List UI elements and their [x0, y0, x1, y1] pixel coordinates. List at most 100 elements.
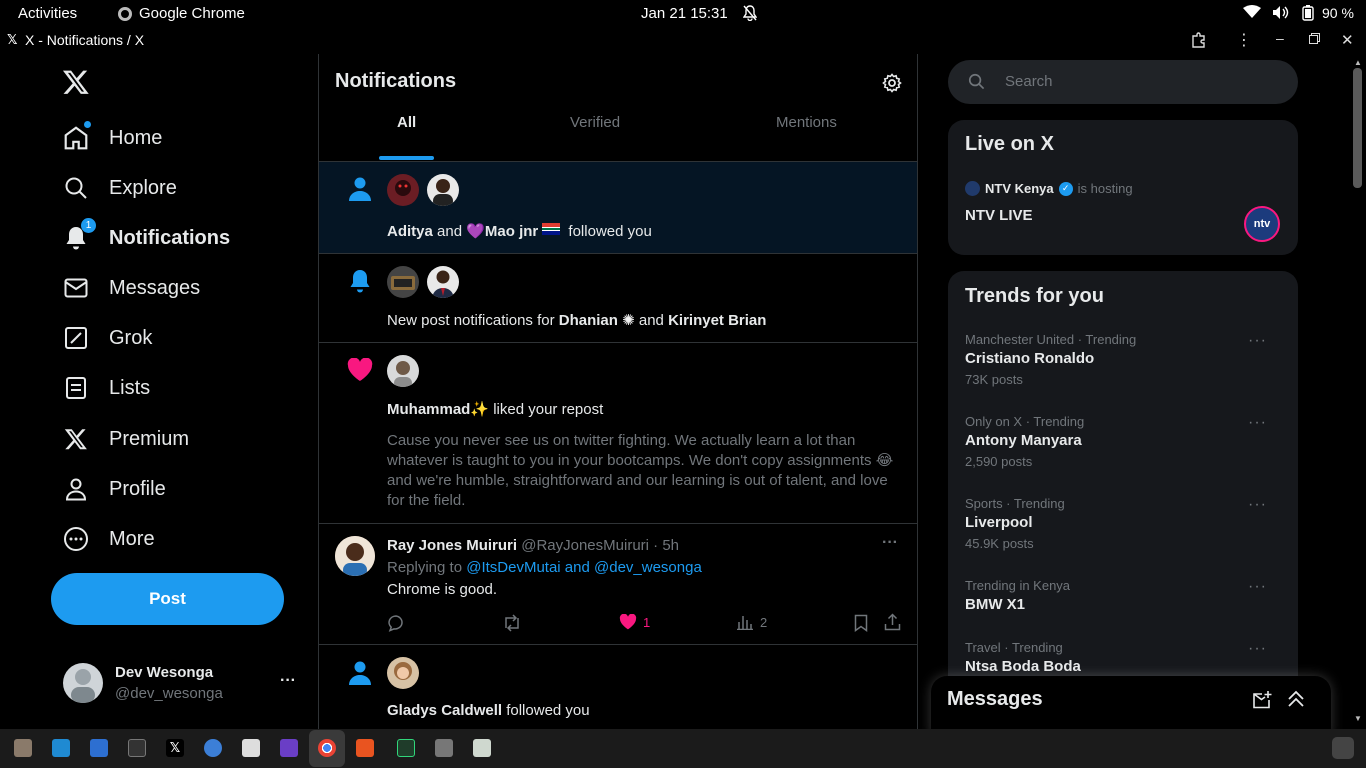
nav-grok[interactable]: Grok	[62, 318, 152, 358]
post-subscription-notification[interactable]: New post notifications for Dhanian ✺ and…	[319, 254, 917, 343]
nav-profile[interactable]: Profile	[62, 469, 166, 509]
reply-author-handle[interactable]: @RayJonesMuiruri · 5h	[521, 537, 679, 554]
close-window-button[interactable]: ✕	[1341, 31, 1354, 49]
account-more-icon[interactable]: ···	[280, 672, 296, 690]
scroll-up-arrow-icon[interactable]: ▲	[1354, 58, 1362, 67]
post-notification-name-1[interactable]: Dhanian	[559, 312, 618, 329]
trend-item[interactable]: Only on X · Trending Antony Manyara 2,59…	[965, 414, 1285, 484]
reply-action-icon[interactable]	[387, 614, 405, 637]
gladys-avatar[interactable]	[387, 657, 419, 689]
terminal-app-icon[interactable]	[128, 739, 146, 757]
post-button[interactable]: Post	[51, 573, 284, 625]
bookmark-icon[interactable]	[854, 614, 868, 637]
reply-author-name[interactable]: Ray Jones Muiruri	[387, 537, 517, 554]
nav-more[interactable]: More	[62, 519, 155, 559]
show-apps-grid-icon[interactable]	[1332, 737, 1354, 759]
follow-notification[interactable]: Aditya and 💜Mao jnr followed you	[319, 162, 917, 254]
live-host[interactable]: NTV Kenya ✓ is hosting	[965, 181, 1133, 196]
liked-post-preview[interactable]: Cause you never see us on twitter fighti…	[387, 431, 907, 511]
nav-explore[interactable]: Explore	[62, 168, 177, 208]
scrollbar-thumb[interactable]	[1353, 68, 1362, 188]
new-message-icon[interactable]	[1252, 690, 1272, 715]
nav-premium-label: Premium	[109, 427, 190, 450]
follower-name-2[interactable]: Mao jnr	[485, 223, 538, 240]
liker-name[interactable]: Muhammad	[387, 401, 470, 418]
trend-name: BMW X1	[965, 596, 1025, 613]
envelope-icon	[62, 274, 90, 302]
follower-name-1[interactable]: Aditya	[387, 223, 433, 240]
repost-icon[interactable]	[502, 614, 522, 637]
live-show-name[interactable]: NTV LIVE	[965, 207, 1033, 224]
post-notification-name-2[interactable]: Kirinyet Brian	[668, 312, 766, 329]
search-input[interactable]: Search	[1005, 73, 1053, 90]
jetbrains-app-icon[interactable]	[280, 739, 298, 757]
search-box[interactable]: Search	[948, 60, 1298, 104]
nav-notifications[interactable]: 1 Notifications	[62, 218, 230, 258]
chrome-app-icon[interactable]	[318, 739, 336, 757]
wifi-icon[interactable]	[1243, 5, 1261, 23]
document-app-icon[interactable]	[242, 739, 260, 757]
activities-button[interactable]: Activities	[18, 5, 77, 22]
page-scrollbar[interactable]: ▲ ▼	[1350, 54, 1366, 729]
trend-item[interactable]: Trending in Kenya BMW X1 ···	[965, 578, 1285, 628]
vscode-app-icon[interactable]	[52, 739, 70, 757]
live-hosting-text: is hosting	[1077, 181, 1133, 196]
files-app-icon[interactable]	[14, 739, 32, 757]
kirinyet-avatar[interactable]	[427, 266, 459, 298]
reply-post[interactable]: Ray Jones Muiruri @RayJonesMuiruri · 5h …	[319, 524, 917, 645]
messages-drawer[interactable]: Messages	[931, 676, 1331, 729]
dhanian-avatar[interactable]	[387, 266, 419, 298]
battery-icon[interactable]	[1302, 5, 1314, 25]
heart-liked-icon	[619, 614, 637, 630]
share-icon[interactable]	[884, 613, 901, 636]
follower-avatar-aditya[interactable]	[387, 174, 419, 206]
trash-app-icon[interactable]	[473, 739, 491, 757]
trend-more-icon[interactable]: ···	[1248, 332, 1267, 350]
trend-more-icon[interactable]: ···	[1248, 640, 1267, 658]
tab-verified[interactable]: Verified	[570, 114, 620, 131]
nav-home[interactable]: Home	[62, 118, 162, 158]
window-title: X - Notifications / X	[25, 32, 145, 48]
account-switcher[interactable]: Dev Wesonga @dev_wesonga ···	[51, 654, 311, 714]
trend-more-icon[interactable]: ···	[1248, 414, 1267, 432]
active-app-menu[interactable]: Google Chrome	[118, 5, 245, 22]
like-action-button[interactable]: 1	[619, 614, 650, 630]
software-center-icon[interactable]	[356, 739, 374, 757]
reply-author-avatar[interactable]	[335, 536, 375, 576]
x-app-icon[interactable]: 𝕏	[166, 739, 184, 757]
like-notification[interactable]: Muhammad✨ liked your repost Cause you ne…	[319, 343, 917, 524]
extensions-icon[interactable]	[1190, 32, 1208, 53]
replying-to-users[interactable]: @ItsDevMutai and @dev_wesonga	[466, 559, 702, 576]
trend-more-icon[interactable]: ···	[1248, 496, 1267, 514]
live-host-avatar[interactable]: ntv	[1244, 206, 1280, 242]
follower-name[interactable]: Gladys Caldwell	[387, 702, 502, 719]
settings-gear-icon[interactable]	[882, 73, 902, 98]
nav-explore-label: Explore	[109, 176, 177, 199]
editor-app-icon[interactable]	[435, 739, 453, 757]
minimize-window-button[interactable]: –	[1276, 30, 1284, 46]
tab-mentions[interactable]: Mentions	[776, 114, 837, 131]
tab-all[interactable]: All	[397, 114, 416, 131]
writer-app-icon[interactable]	[90, 739, 108, 757]
trend-more-icon[interactable]: ···	[1248, 578, 1267, 596]
post-more-icon[interactable]: ···	[882, 534, 898, 552]
scroll-down-arrow-icon[interactable]: ▼	[1354, 714, 1362, 723]
trend-item[interactable]: Sports · Trending Liverpool 45.9K posts …	[965, 496, 1285, 566]
nav-messages[interactable]: Messages	[62, 268, 200, 308]
nav-lists[interactable]: Lists	[62, 368, 150, 408]
follower-avatar-mao[interactable]	[427, 174, 459, 206]
restore-window-button[interactable]	[1309, 31, 1320, 47]
views-button[interactable]: 2	[737, 614, 767, 630]
pycharm-app-icon[interactable]	[397, 739, 415, 757]
clock[interactable]: Jan 21 15:31	[641, 5, 728, 22]
x-logo-icon[interactable]	[62, 68, 90, 101]
appstore-app-icon[interactable]	[204, 739, 222, 757]
nav-premium[interactable]: Premium	[62, 419, 189, 459]
expand-drawer-icon[interactable]	[1287, 690, 1305, 713]
chrome-menu-icon[interactable]: ⋮	[1236, 30, 1252, 50]
liker-avatar[interactable]	[387, 355, 419, 387]
grok-icon	[62, 324, 90, 352]
volume-icon[interactable]	[1272, 5, 1290, 24]
follow-notification[interactable]: Gladys Caldwell followed you	[319, 645, 917, 729]
trend-item[interactable]: Manchester United · Trending Cristiano R…	[965, 332, 1285, 402]
